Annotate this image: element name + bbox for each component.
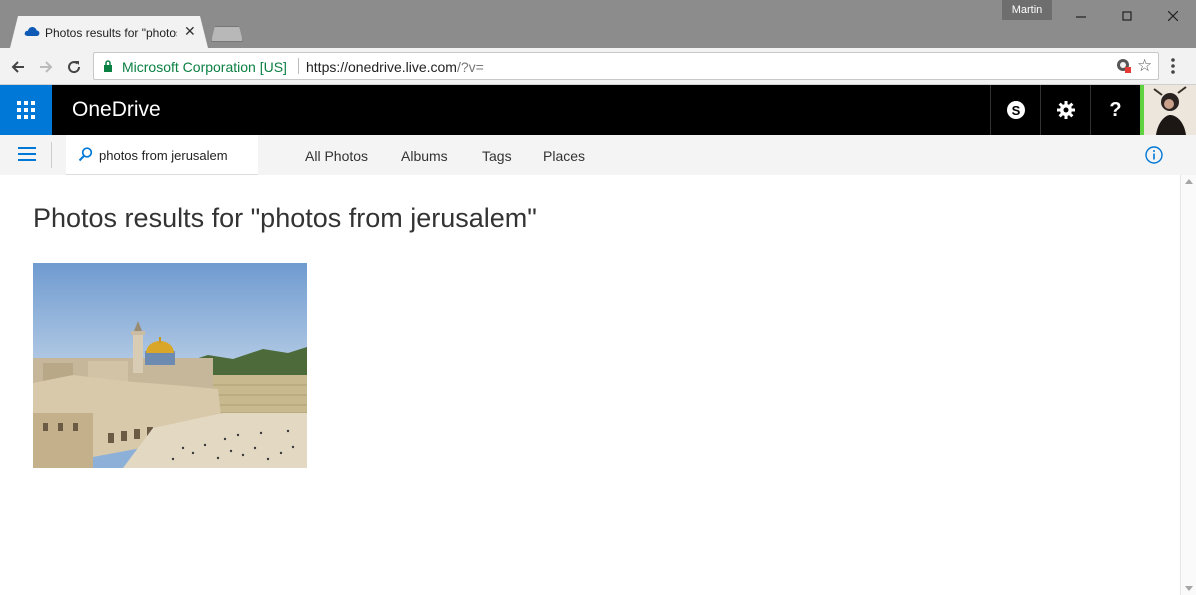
url-host: https://onedrive.live.com (306, 59, 457, 75)
browser-titlebar: Photos results for "photos from jerusale… (0, 0, 1196, 48)
lock-icon (104, 60, 112, 72)
profile-name-badge[interactable]: Martin (1002, 0, 1052, 20)
close-icon (1168, 11, 1178, 21)
close-icon[interactable]: ✕ (184, 24, 196, 38)
command-divider (51, 142, 52, 168)
secure-label: Microsoft Corporation [US] (122, 59, 287, 75)
user-avatar-image (1144, 85, 1196, 135)
info-icon[interactable] (1145, 146, 1163, 164)
search-query: photos from jerusalem (99, 148, 228, 163)
reload-button[interactable] (63, 56, 85, 78)
settings-button[interactable] (1040, 85, 1090, 135)
avatar[interactable] (1140, 85, 1196, 135)
hamburger-menu-icon[interactable] (18, 147, 36, 161)
skype-button[interactable]: S (990, 85, 1040, 135)
pivot-tags[interactable]: Tags (482, 148, 512, 164)
page-title: Photos results for "photos from jerusale… (33, 203, 537, 233)
maximize-button[interactable] (1104, 0, 1150, 32)
jerusalem-photo-image (33, 263, 307, 468)
pivot-places[interactable]: Places (543, 148, 585, 164)
search-input[interactable]: photos from jerusalem (66, 135, 258, 175)
menu-dots-icon[interactable] (1170, 57, 1176, 75)
star-icon[interactable]: ☆ (1137, 56, 1152, 76)
waffle-icon (17, 101, 35, 119)
back-icon (11, 61, 24, 73)
window-close-button[interactable] (1150, 0, 1196, 32)
minimize-icon (1076, 16, 1086, 18)
url-rest: /?v= (456, 59, 484, 75)
command-bar: photos from jerusalem All Photos Albums … (0, 135, 1196, 175)
back-button[interactable] (7, 56, 29, 78)
url-text: https://onedrive.live.com/?v= (306, 59, 484, 75)
forward-icon (40, 61, 53, 73)
vertical-scrollbar[interactable] (1180, 175, 1196, 595)
address-bar[interactable]: Microsoft Corporation [US] https://onedr… (93, 52, 1159, 80)
onedrive-header: OneDrive S ? (0, 85, 1196, 135)
svg-text:S: S (1011, 103, 1020, 118)
photo-thumbnail[interactable] (33, 263, 307, 468)
address-divider (298, 58, 299, 74)
gear-icon (1056, 101, 1075, 119)
pivot-all-photos[interactable]: All Photos (305, 148, 368, 164)
scroll-up-icon[interactable] (1185, 179, 1193, 184)
search-icon (78, 147, 92, 162)
reload-icon (68, 61, 81, 74)
skype-icon: S (1006, 101, 1025, 119)
app-launcher-button[interactable] (0, 85, 52, 135)
onedrive-cloud-icon (24, 27, 40, 36)
help-icon: ? (1109, 98, 1122, 121)
extension-icon[interactable] (1116, 58, 1132, 74)
restore-icon (1122, 11, 1132, 21)
minimize-button[interactable] (1058, 0, 1104, 32)
main-content: Photos results for "photos from jerusale… (0, 175, 1180, 595)
new-tab-button[interactable] (211, 26, 243, 42)
help-button[interactable]: ? (1090, 85, 1140, 135)
pivot-albums[interactable]: Albums (401, 148, 448, 164)
app-title[interactable]: OneDrive (72, 98, 161, 122)
tab-title: Photos results for "photos from jerusale… (45, 26, 177, 40)
scroll-down-icon[interactable] (1185, 586, 1193, 591)
browser-toolbar: Microsoft Corporation [US] https://onedr… (0, 48, 1196, 85)
browser-tab-active[interactable]: Photos results for "photos from jerusale… (10, 16, 208, 48)
forward-button[interactable] (35, 56, 57, 78)
